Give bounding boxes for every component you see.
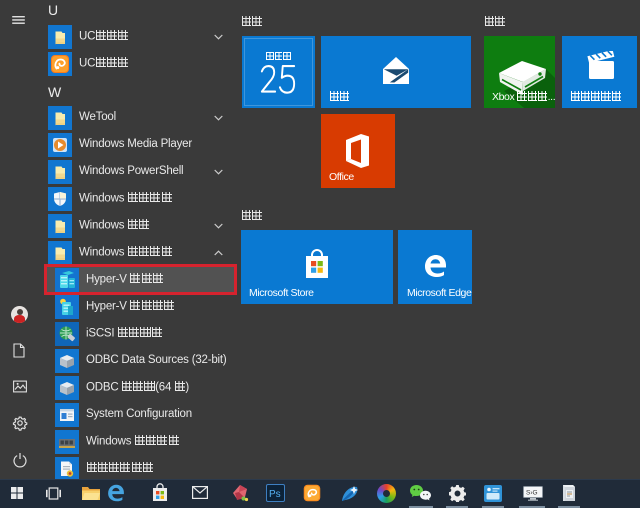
svg-text:Ps: Ps (269, 489, 281, 500)
svg-text:S›G: S›G (526, 490, 538, 497)
